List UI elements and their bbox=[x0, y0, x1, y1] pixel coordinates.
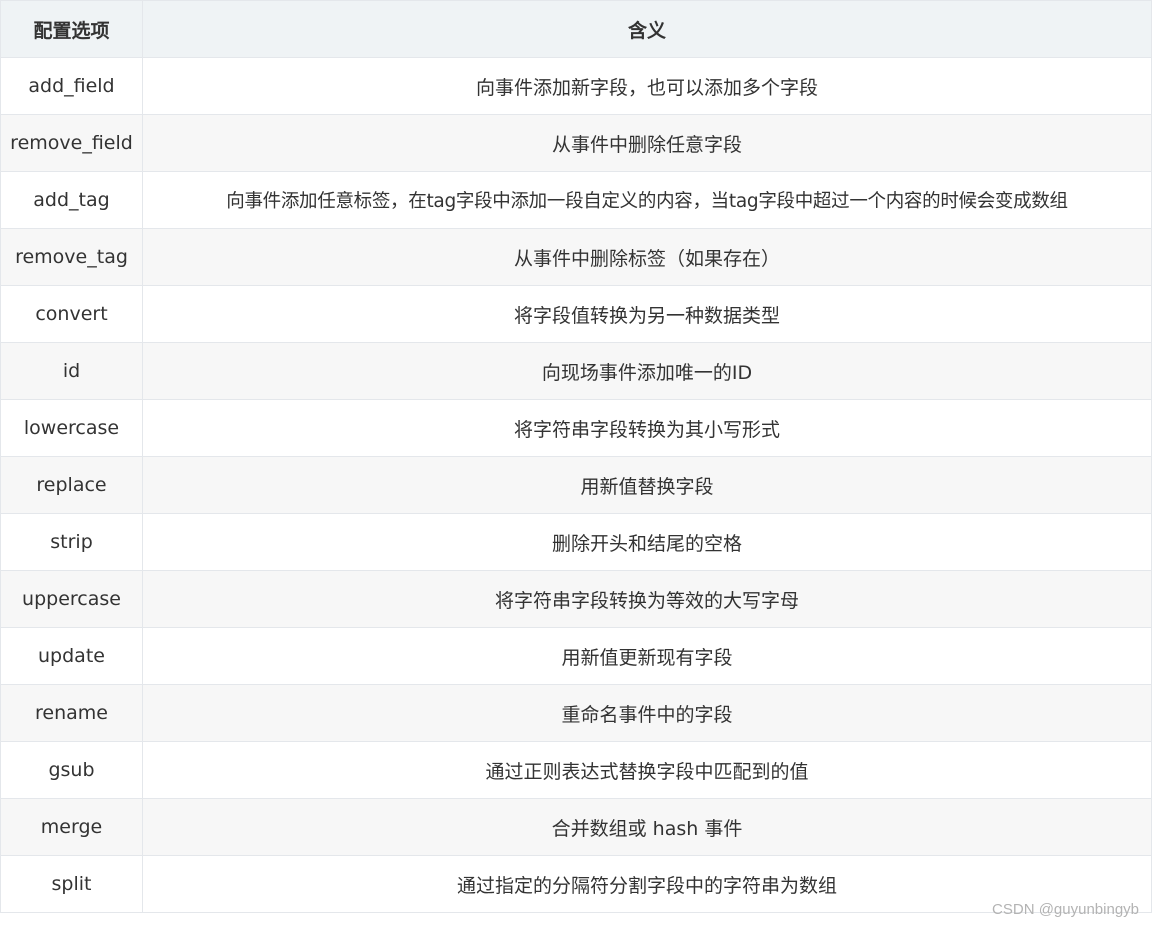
meaning-cell: 从事件中删除标签（如果存在） bbox=[142, 228, 1152, 286]
meaning-cell: 用新值替换字段 bbox=[142, 456, 1152, 514]
option-cell: add_tag bbox=[0, 171, 143, 229]
option-cell: update bbox=[0, 627, 143, 685]
meaning-cell: 用新值更新现有字段 bbox=[142, 627, 1152, 685]
table-row: remove_tag 从事件中删除标签（如果存在） bbox=[0, 228, 1152, 286]
table-row: split 通过指定的分隔符分割字段中的字符串为数组 bbox=[0, 855, 1152, 913]
meaning-cell: 重命名事件中的字段 bbox=[142, 684, 1152, 742]
meaning-cell: 通过正则表达式替换字段中匹配到的值 bbox=[142, 741, 1152, 799]
table-row: update 用新值更新现有字段 bbox=[0, 627, 1152, 685]
option-cell: merge bbox=[0, 798, 143, 856]
option-cell: remove_field bbox=[0, 114, 143, 172]
table-row: rename 重命名事件中的字段 bbox=[0, 684, 1152, 742]
table-row: id 向现场事件添加唯一的ID bbox=[0, 342, 1152, 400]
option-cell: replace bbox=[0, 456, 143, 514]
meaning-cell: 向现场事件添加唯一的ID bbox=[142, 342, 1152, 400]
header-meaning: 含义 bbox=[142, 0, 1152, 58]
watermark: CSDN @guyunbingyb bbox=[992, 901, 1139, 918]
table-row: add_field 向事件添加新字段，也可以添加多个字段 bbox=[0, 57, 1152, 115]
table-row: replace 用新值替换字段 bbox=[0, 456, 1152, 514]
option-cell: uppercase bbox=[0, 570, 143, 628]
option-cell: strip bbox=[0, 513, 143, 571]
table-row: lowercase 将字符串字段转换为其小写形式 bbox=[0, 399, 1152, 457]
table-row: convert 将字段值转换为另一种数据类型 bbox=[0, 285, 1152, 343]
option-cell: convert bbox=[0, 285, 143, 343]
option-cell: remove_tag bbox=[0, 228, 143, 286]
meaning-cell: 将字符串字段转换为等效的大写字母 bbox=[142, 570, 1152, 628]
option-cell: split bbox=[0, 855, 143, 913]
table-row: remove_field 从事件中删除任意字段 bbox=[0, 114, 1152, 172]
table-header-row: 配置选项 含义 bbox=[0, 0, 1152, 58]
meaning-cell: 向事件添加任意标签，在tag字段中添加一段自定义的内容，当tag字段中超过一个内… bbox=[142, 171, 1152, 229]
option-cell: gsub bbox=[0, 741, 143, 799]
meaning-cell: 从事件中删除任意字段 bbox=[142, 114, 1152, 172]
table-row: merge 合并数组或 hash 事件 bbox=[0, 798, 1152, 856]
table-row: strip 删除开头和结尾的空格 bbox=[0, 513, 1152, 571]
option-cell: add_field bbox=[0, 57, 143, 115]
meaning-cell: 向事件添加新字段，也可以添加多个字段 bbox=[142, 57, 1152, 115]
meaning-cell: 将字段值转换为另一种数据类型 bbox=[142, 285, 1152, 343]
meaning-cell: 将字符串字段转换为其小写形式 bbox=[142, 399, 1152, 457]
table-row: gsub 通过正则表达式替换字段中匹配到的值 bbox=[0, 741, 1152, 799]
table-row: uppercase 将字符串字段转换为等效的大写字母 bbox=[0, 570, 1152, 628]
meaning-cell: 删除开头和结尾的空格 bbox=[142, 513, 1152, 571]
config-options-table: 配置选项 含义 add_field 向事件添加新字段，也可以添加多个字段 rem… bbox=[0, 0, 1152, 913]
meaning-cell: 合并数组或 hash 事件 bbox=[142, 798, 1152, 856]
option-cell: rename bbox=[0, 684, 143, 742]
table-row: add_tag 向事件添加任意标签，在tag字段中添加一段自定义的内容，当tag… bbox=[0, 171, 1152, 229]
option-cell: lowercase bbox=[0, 399, 143, 457]
option-cell: id bbox=[0, 342, 143, 400]
header-option: 配置选项 bbox=[0, 0, 143, 58]
